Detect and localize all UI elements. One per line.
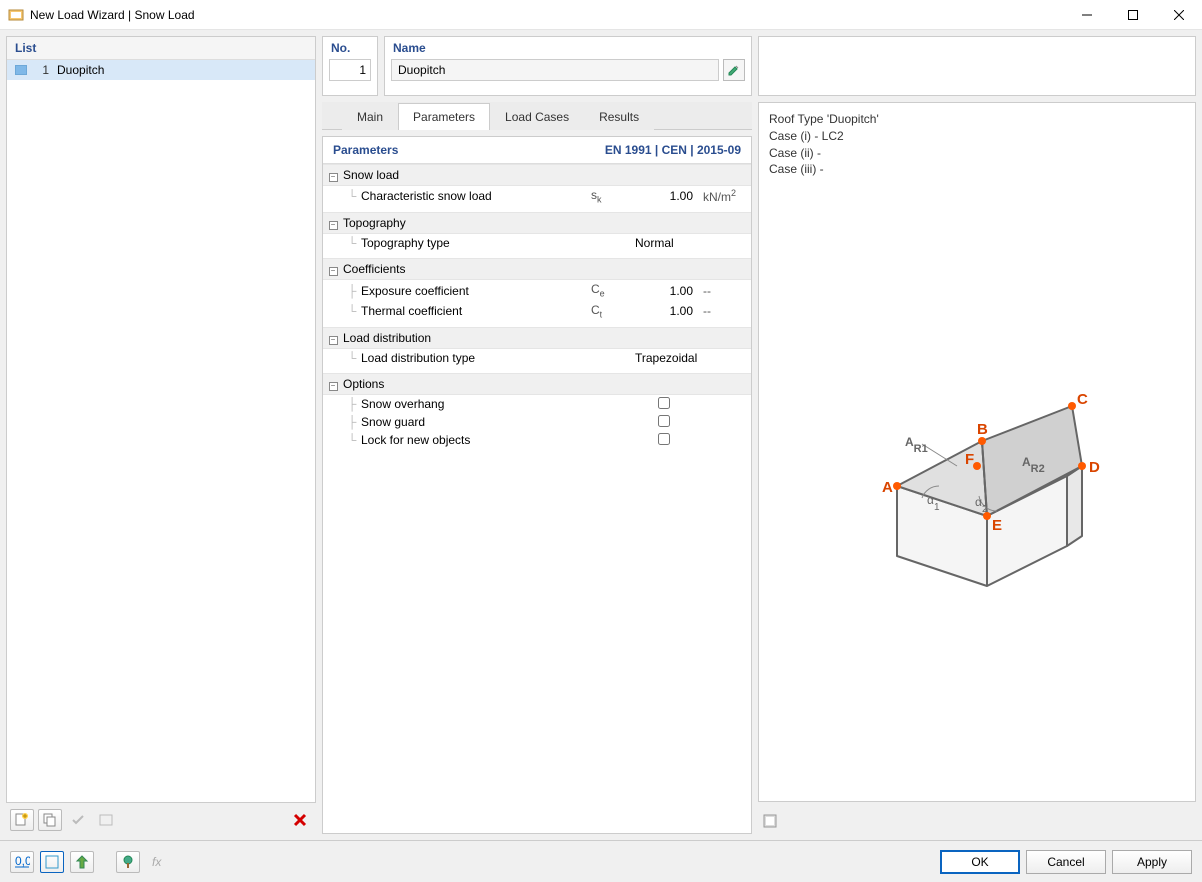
list-panel: List 1 Duopitch <box>6 36 316 803</box>
group-coefficients[interactable]: −Coefficients <box>323 258 751 280</box>
value-exposure-coef[interactable]: 1.00 <box>629 282 699 300</box>
tab-parameters[interactable]: Parameters <box>398 103 490 130</box>
group-load-distribution[interactable]: −Load distribution <box>323 327 751 349</box>
checkbox-snow-guard[interactable] <box>658 415 670 427</box>
cancel-button[interactable]: Cancel <box>1026 850 1106 874</box>
view-settings-button[interactable] <box>758 810 782 832</box>
value-topography-type[interactable]: Normal <box>629 234 751 252</box>
tab-results[interactable]: Results <box>584 103 654 130</box>
list-item[interactable]: 1 Duopitch <box>7 60 315 80</box>
bottom-bar: 0,00 fx OK Cancel Apply <box>0 840 1202 882</box>
list-body[interactable]: 1 Duopitch <box>7 60 315 802</box>
maximize-button[interactable] <box>1110 0 1156 30</box>
value-thermal-coef[interactable]: 1.00 <box>629 302 699 320</box>
list-item-color-icon <box>15 65 27 75</box>
app-icon <box>8 7 24 23</box>
svg-text:0,00: 0,00 <box>15 854 30 868</box>
checkbox-lock-new-objects[interactable] <box>658 433 670 445</box>
svg-text:C: C <box>1077 391 1088 408</box>
parameters-standard: EN 1991 | CEN | 2015-09 <box>605 143 741 157</box>
number-label: No. <box>323 37 377 59</box>
value-load-dist-type[interactable]: Trapezoidal <box>629 349 751 367</box>
bottom-button-2[interactable] <box>40 851 64 873</box>
svg-text:B: B <box>977 421 988 438</box>
svg-text:E: E <box>992 517 1002 534</box>
svg-text:fx: fx <box>152 855 162 869</box>
tab-main[interactable]: Main <box>342 103 398 130</box>
toolbar-button-3[interactable] <box>66 809 90 831</box>
tab-load-cases[interactable]: Load Cases <box>490 103 584 130</box>
checkbox-snow-overhang[interactable] <box>658 397 670 409</box>
apply-button[interactable]: Apply <box>1112 850 1192 874</box>
close-button[interactable] <box>1156 0 1202 30</box>
diagram-panel: Roof Type 'Duopitch' Case (i) - LC2 Case… <box>758 102 1196 802</box>
name-label: Name <box>385 37 751 59</box>
svg-text:AR1: AR1 <box>905 435 928 455</box>
svg-text:D: D <box>1089 459 1100 476</box>
delete-button[interactable] <box>288 809 312 831</box>
list-header: List <box>7 37 315 60</box>
row-lock-new-objects: Lock for new objects <box>361 431 587 449</box>
roof-diagram: A B C D E F AR1 AR2 α1 α2 <box>827 376 1127 596</box>
copy-item-button[interactable] <box>38 809 62 831</box>
row-load-dist-type: Load distribution type <box>361 349 587 367</box>
name-field: Name <box>384 36 752 96</box>
row-char-snow-load: Characteristic snow load <box>361 187 587 205</box>
right-top-panel <box>758 36 1196 96</box>
view-toolbar <box>758 808 1196 834</box>
bottom-button-4[interactable] <box>116 851 140 873</box>
new-item-button[interactable] <box>10 809 34 831</box>
group-topography[interactable]: −Topography <box>323 212 751 234</box>
svg-text:A: A <box>882 479 893 496</box>
titlebar: New Load Wizard | Snow Load <box>0 0 1202 30</box>
group-snow-load[interactable]: −Snow load <box>323 164 751 186</box>
bottom-button-3[interactable] <box>70 851 94 873</box>
name-input[interactable] <box>391 59 719 81</box>
row-snow-guard: Snow guard <box>361 413 587 431</box>
bottom-button-1[interactable]: 0,00 <box>10 851 34 873</box>
row-snow-overhang: Snow overhang <box>361 395 587 413</box>
window-title: New Load Wizard | Snow Load <box>30 8 1064 22</box>
toolbar-button-4[interactable] <box>94 809 118 831</box>
list-toolbar <box>6 807 316 833</box>
row-exposure-coef: Exposure coefficient <box>361 282 587 300</box>
svg-text:F: F <box>965 451 974 468</box>
list-item-label: Duopitch <box>57 63 104 77</box>
info-text: Roof Type 'Duopitch' Case (i) - LC2 Case… <box>769 111 1185 178</box>
group-options[interactable]: −Options <box>323 373 751 395</box>
number-field: No. 1 <box>322 36 378 96</box>
ok-button[interactable]: OK <box>940 850 1020 874</box>
value-char-snow-load[interactable]: 1.00 <box>629 187 699 205</box>
parameters-title: Parameters <box>333 143 605 157</box>
bottom-button-5[interactable]: fx <box>146 851 170 873</box>
row-thermal-coef: Thermal coefficient <box>361 302 587 320</box>
number-value[interactable]: 1 <box>329 59 371 81</box>
list-item-number: 1 <box>35 63 49 77</box>
parameters-panel: Parameters EN 1991 | CEN | 2015-09 −Snow… <box>322 136 752 834</box>
edit-name-button[interactable] <box>723 59 745 81</box>
tab-bar: Main Parameters Load Cases Results <box>322 102 752 130</box>
row-topography-type: Topography type <box>361 234 587 252</box>
minimize-button[interactable] <box>1064 0 1110 30</box>
